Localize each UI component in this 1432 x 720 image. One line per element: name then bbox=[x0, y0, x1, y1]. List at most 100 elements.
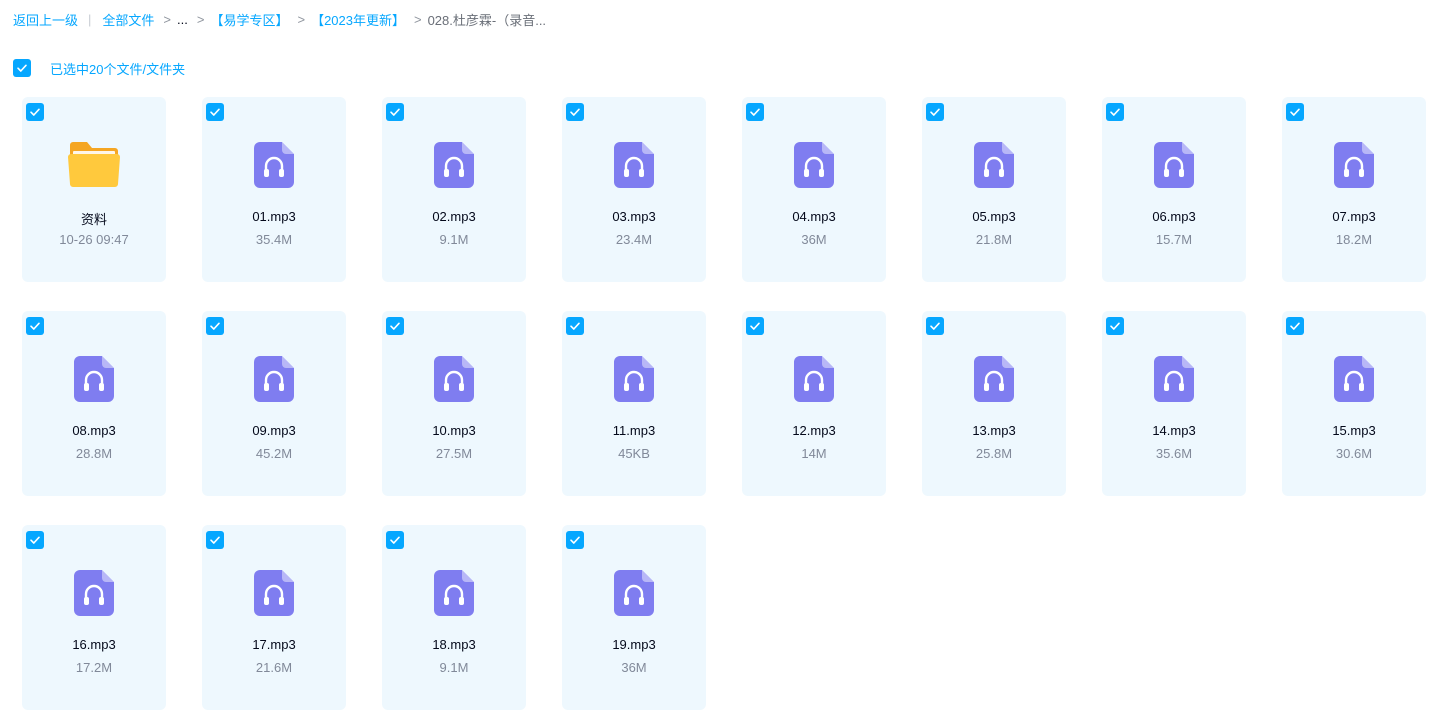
file-checkbox[interactable] bbox=[926, 317, 944, 335]
file-name: 19.mp3 bbox=[612, 637, 656, 652]
select-all-bar: 已选中20个文件/文件夹 bbox=[13, 59, 185, 77]
file-meta: 25.8M bbox=[975, 446, 1013, 461]
file-checkbox[interactable] bbox=[926, 103, 944, 121]
file-meta: 15.7M bbox=[1155, 232, 1193, 247]
check-icon bbox=[390, 536, 400, 544]
select-all-checkbox[interactable] bbox=[13, 59, 31, 77]
file-checkbox[interactable] bbox=[1286, 317, 1304, 335]
file-card[interactable]: 16.mp3 17.2M bbox=[22, 525, 166, 710]
audio-file-icon bbox=[74, 356, 114, 402]
file-checkbox[interactable] bbox=[746, 103, 764, 121]
check-icon bbox=[1110, 322, 1120, 330]
breadcrumb-current-folder: 028.杜彦霖-（录音... bbox=[427, 12, 547, 28]
file-grid: 资料 10-26 09:47 01.mp3 35.4M 02.mp3 9.1M … bbox=[22, 97, 1426, 710]
breadcrumb-separator: > bbox=[297, 11, 306, 27]
file-checkbox[interactable] bbox=[1286, 103, 1304, 121]
audio-file-icon bbox=[254, 570, 294, 616]
file-card[interactable]: 11.mp3 45KB bbox=[562, 311, 706, 496]
selection-count-label: 已选中20个文件/文件夹 bbox=[50, 61, 186, 77]
folder-card[interactable]: 资料 10-26 09:47 bbox=[22, 97, 166, 282]
check-icon bbox=[750, 108, 760, 116]
file-checkbox[interactable] bbox=[206, 103, 224, 121]
file-checkbox[interactable] bbox=[26, 317, 44, 335]
breadcrumb-all-files[interactable]: 全部文件 bbox=[102, 10, 154, 29]
file-card[interactable]: 04.mp3 36M bbox=[742, 97, 886, 282]
breadcrumb-folder-2023[interactable]: 【2023年更新】 bbox=[311, 10, 405, 29]
file-card[interactable]: 12.mp3 14M bbox=[742, 311, 886, 496]
file-name: 08.mp3 bbox=[72, 423, 116, 438]
file-checkbox[interactable] bbox=[386, 317, 404, 335]
file-card[interactable]: 18.mp3 9.1M bbox=[382, 525, 526, 710]
file-name: 01.mp3 bbox=[252, 209, 296, 224]
file-checkbox[interactable] bbox=[566, 531, 584, 549]
file-card[interactable]: 09.mp3 45.2M bbox=[202, 311, 346, 496]
file-checkbox[interactable] bbox=[386, 103, 404, 121]
file-card[interactable]: 02.mp3 9.1M bbox=[382, 97, 526, 282]
check-icon bbox=[30, 108, 40, 116]
file-card[interactable]: 19.mp3 36M bbox=[562, 525, 706, 710]
file-name: 12.mp3 bbox=[792, 423, 836, 438]
check-icon bbox=[210, 536, 220, 544]
breadcrumb-separator: > bbox=[196, 11, 205, 27]
file-checkbox[interactable] bbox=[746, 317, 764, 335]
file-card[interactable]: 14.mp3 35.6M bbox=[1102, 311, 1246, 496]
file-meta: 23.4M bbox=[615, 232, 653, 247]
check-icon bbox=[210, 322, 220, 330]
check-icon bbox=[210, 108, 220, 116]
file-card[interactable]: 10.mp3 27.5M bbox=[382, 311, 526, 496]
audio-file-icon bbox=[614, 142, 654, 188]
check-icon bbox=[390, 322, 400, 330]
audio-file-icon bbox=[974, 356, 1014, 402]
audio-file-icon bbox=[1334, 356, 1374, 402]
file-card[interactable]: 05.mp3 21.8M bbox=[922, 97, 1066, 282]
check-icon bbox=[30, 322, 40, 330]
file-meta: 17.2M bbox=[75, 660, 113, 675]
file-card[interactable]: 17.mp3 21.6M bbox=[202, 525, 346, 710]
audio-file-icon bbox=[254, 356, 294, 402]
file-meta: 18.2M bbox=[1335, 232, 1373, 247]
file-meta: 45.2M bbox=[255, 446, 293, 461]
file-checkbox[interactable] bbox=[1106, 317, 1124, 335]
check-icon bbox=[570, 322, 580, 330]
file-name: 11.mp3 bbox=[612, 423, 656, 438]
back-link[interactable]: 返回上一级 bbox=[13, 10, 78, 29]
file-name: 05.mp3 bbox=[972, 209, 1016, 224]
file-card[interactable]: 15.mp3 30.6M bbox=[1282, 311, 1426, 496]
file-meta: 45KB bbox=[618, 446, 650, 461]
check-icon bbox=[930, 322, 940, 330]
check-icon bbox=[1110, 108, 1120, 116]
file-name: 10.mp3 bbox=[432, 423, 476, 438]
file-checkbox[interactable] bbox=[566, 317, 584, 335]
file-meta: 21.6M bbox=[255, 660, 293, 675]
file-meta: 36M bbox=[621, 660, 647, 675]
audio-file-icon bbox=[1334, 142, 1374, 188]
file-checkbox[interactable] bbox=[26, 103, 44, 121]
file-checkbox[interactable] bbox=[566, 103, 584, 121]
breadcrumb-ellipsis[interactable]: ... bbox=[177, 12, 188, 27]
file-card[interactable]: 13.mp3 25.8M bbox=[922, 311, 1066, 496]
file-checkbox[interactable] bbox=[1106, 103, 1124, 121]
breadcrumb-folder-yixue[interactable]: 【易学专区】 bbox=[210, 10, 288, 29]
file-meta: 30.6M bbox=[1335, 446, 1373, 461]
file-checkbox[interactable] bbox=[26, 531, 44, 549]
file-card[interactable]: 06.mp3 15.7M bbox=[1102, 97, 1246, 282]
file-checkbox[interactable] bbox=[206, 531, 224, 549]
file-checkbox[interactable] bbox=[386, 531, 404, 549]
file-name: 06.mp3 bbox=[1152, 209, 1196, 224]
file-card[interactable]: 08.mp3 28.8M bbox=[22, 311, 166, 496]
file-checkbox[interactable] bbox=[206, 317, 224, 335]
file-name: 18.mp3 bbox=[432, 637, 476, 652]
audio-file-icon bbox=[794, 142, 834, 188]
breadcrumb-divider: | bbox=[88, 11, 92, 27]
file-card[interactable]: 07.mp3 18.2M bbox=[1282, 97, 1426, 282]
file-name: 03.mp3 bbox=[612, 209, 656, 224]
file-name: 09.mp3 bbox=[252, 423, 296, 438]
file-card[interactable]: 03.mp3 23.4M bbox=[562, 97, 706, 282]
folder-icon bbox=[68, 142, 120, 187]
file-name: 13.mp3 bbox=[972, 423, 1016, 438]
audio-file-icon bbox=[74, 570, 114, 616]
audio-file-icon bbox=[974, 142, 1014, 188]
breadcrumb-separator: > bbox=[163, 11, 172, 27]
file-card[interactable]: 01.mp3 35.4M bbox=[202, 97, 346, 282]
check-icon bbox=[570, 108, 580, 116]
